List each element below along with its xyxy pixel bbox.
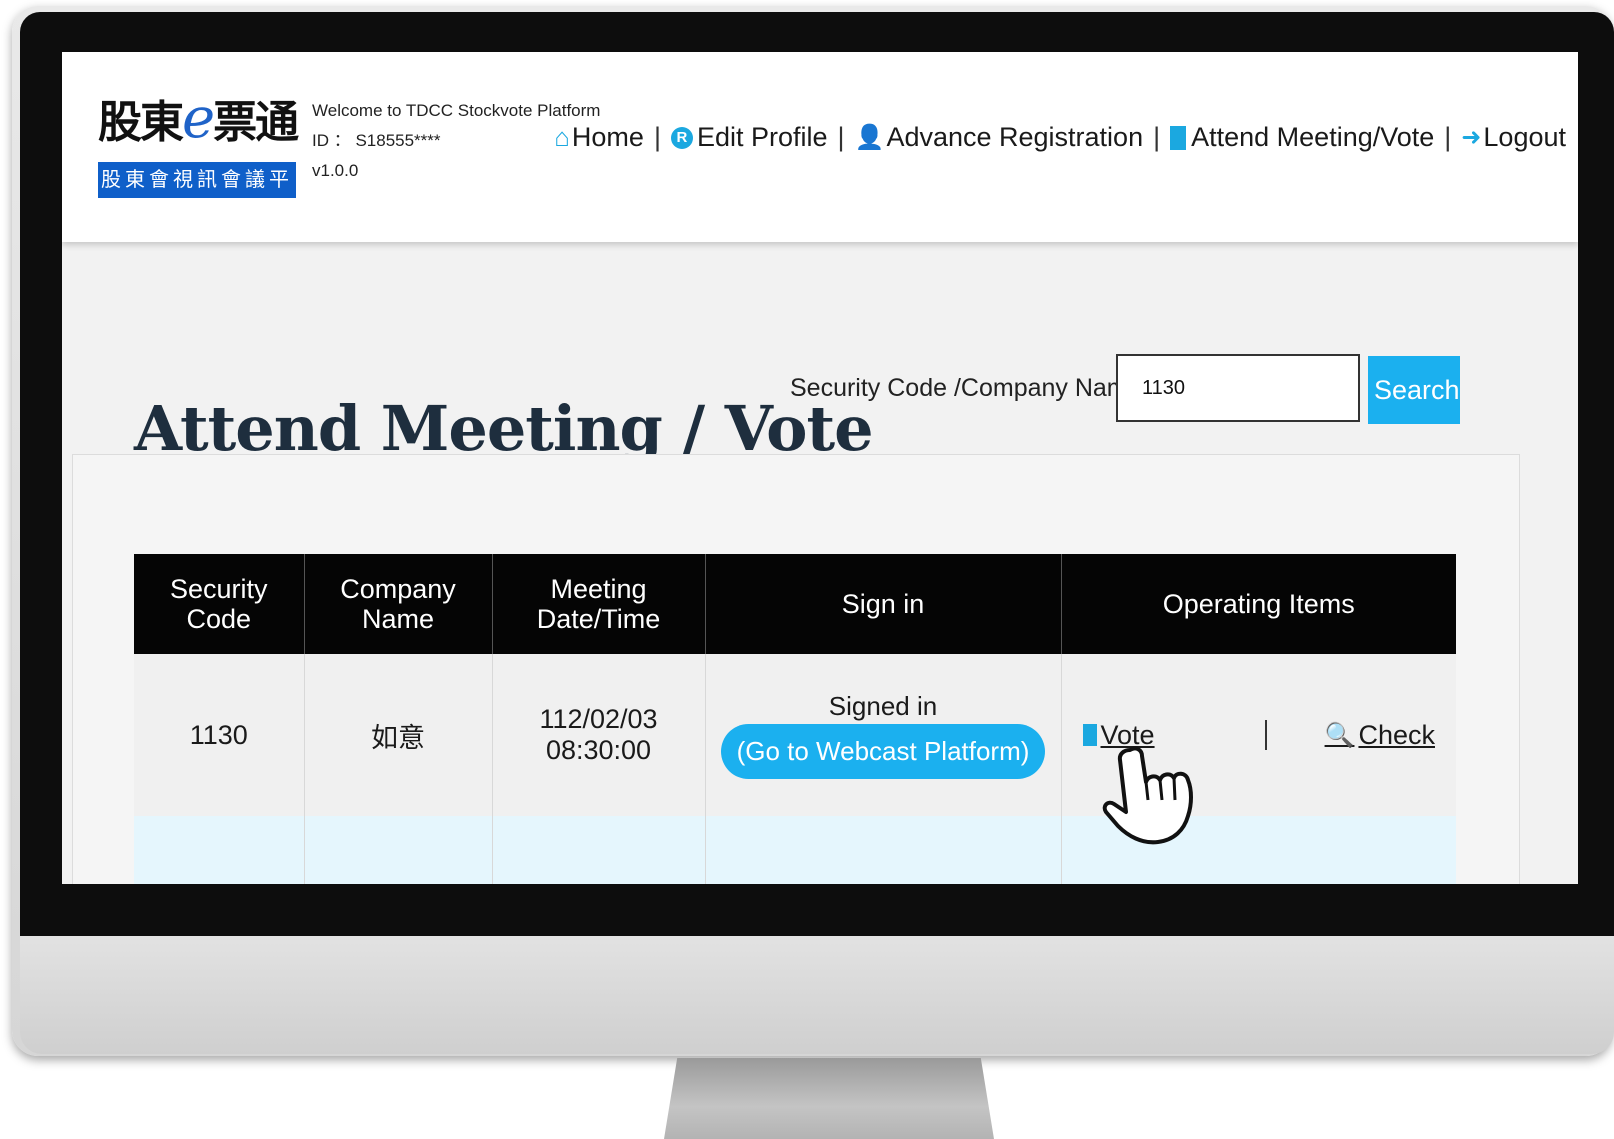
cell-sign-in: Signed in (Go to Webcast Platform)	[705, 654, 1062, 816]
nav-attend-meeting-label: Attend Meeting/Vote	[1191, 122, 1435, 152]
search-input[interactable]	[1116, 354, 1360, 422]
nav-advance-registration-label: Advance Registration	[886, 122, 1144, 152]
user-plus-icon: 👤	[854, 124, 885, 151]
cell-company-name: 如意	[304, 654, 493, 816]
search-icon: 🔍	[1324, 721, 1355, 749]
table-cell	[134, 816, 305, 884]
col-security-code: Security Code	[134, 554, 305, 654]
table-cell	[705, 816, 1062, 884]
check-link[interactable]: 🔍 Check	[1325, 720, 1435, 751]
logo-e: e	[182, 86, 215, 151]
nav-advance-registration[interactable]: 👤 Advance Registration	[855, 122, 1144, 153]
version-text: v1.0.0	[312, 161, 359, 180]
meetings-table: Security Code Company Name Meeting Date/…	[134, 554, 1456, 884]
table-cell	[492, 816, 706, 884]
logo-subtitle: 股東會視訊會議平台	[98, 162, 296, 227]
home-icon: ⌂	[554, 122, 570, 152]
site-header: 股東e票通 股東會視訊會議平台 Welcome to TDCC Stockvot…	[62, 52, 1578, 242]
hand-pointer-icon	[1102, 746, 1193, 845]
monitor-stand	[664, 1058, 994, 1139]
nav-logout[interactable]: ➜ Logout	[1461, 122, 1566, 153]
screen: 股東e票通 股東會視訊會議平台 Welcome to TDCC Stockvot…	[62, 52, 1578, 884]
webcast-platform-button[interactable]: (Go to Webcast Platform)	[720, 724, 1046, 779]
nav-home[interactable]: ⌂ Home	[554, 122, 644, 153]
table-row	[134, 816, 1456, 884]
col-meeting-datetime: Meeting Date/Time	[492, 554, 706, 654]
monitor-chin	[20, 936, 1614, 1054]
table-cell	[304, 816, 493, 884]
nav-logout-label: Logout	[1483, 122, 1566, 152]
operating-separator	[1264, 720, 1267, 750]
nav-separator: |	[1444, 122, 1452, 152]
search-button[interactable]: Search	[1368, 356, 1460, 424]
nav-separator: |	[1153, 122, 1161, 152]
nav-separator: |	[653, 122, 661, 152]
top-nav: ⌂ Home | R Edit Profile | 👤 Advance Regi…	[554, 122, 1566, 153]
vote-doc-icon	[1082, 724, 1097, 746]
cell-security-code: 1130	[134, 654, 305, 816]
nav-separator: |	[837, 122, 845, 152]
table-header-row: Security Code Company Name Meeting Date/…	[134, 554, 1456, 654]
col-company-name: Company Name	[304, 554, 493, 654]
col-operating-items: Operating Items	[1061, 554, 1456, 654]
nav-edit-profile-label: Edit Profile	[696, 122, 828, 152]
search-label-text: Security Code /Company Name	[790, 374, 1142, 402]
nav-attend-meeting[interactable]: Attend Meeting/Vote	[1170, 122, 1434, 153]
nav-edit-profile[interactable]: R Edit Profile	[670, 122, 828, 153]
table-row: 1130 如意 112/02/03 08:30:00 Signed in (Go…	[134, 654, 1456, 816]
r-badge-icon: R	[670, 126, 693, 149]
check-label: Check	[1358, 719, 1435, 750]
col-sign-in: Sign in	[705, 554, 1062, 654]
logo-text-2: 票通	[213, 97, 299, 148]
logout-icon: ➜	[1461, 124, 1482, 151]
logo-wordmark: 股東e票通	[98, 86, 299, 151]
document-icon	[1170, 125, 1187, 150]
nav-home-label: Home	[571, 122, 644, 152]
cell-meeting-datetime: 112/02/03 08:30:00	[492, 654, 706, 816]
signed-in-status: Signed in	[828, 691, 938, 721]
logo-text-1: 股東	[98, 97, 184, 148]
logo[interactable]: 股東e票通 股東會視訊會議平台	[98, 86, 299, 227]
